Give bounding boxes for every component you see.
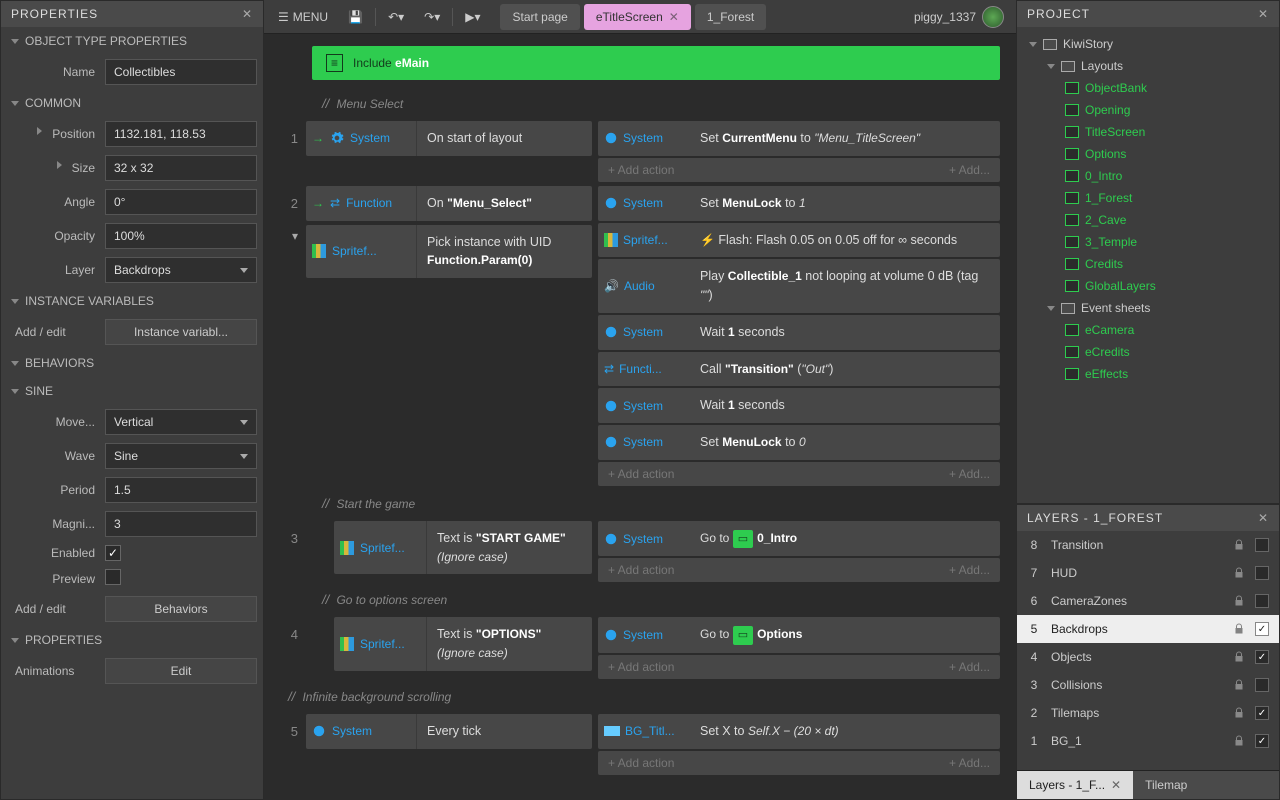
tree-node[interactable]: Layouts (1023, 55, 1273, 77)
spritefont-icon (312, 244, 326, 258)
instance-vars-button[interactable]: Instance variabl... (105, 319, 257, 345)
play-icon[interactable]: ▶▾ (457, 4, 488, 30)
position-input[interactable]: 1132.181, 118.53 (105, 121, 257, 147)
add-more[interactable]: + Add... (949, 163, 990, 177)
layer-row[interactable]: 3Collisions (1017, 671, 1279, 699)
edit-animations-button[interactable]: Edit (105, 658, 257, 684)
name-input[interactable]: Collectibles (105, 59, 257, 85)
layer-row[interactable]: 7HUD (1017, 559, 1279, 587)
menu-button[interactable]: ☰ MENU (270, 4, 336, 30)
enabled-checkbox[interactable]: ✓ (105, 545, 121, 561)
section-object-type[interactable]: OBJECT TYPE PROPERTIES (1, 27, 263, 55)
action[interactable]: Spritef...⚡ Flash: Flash 0.05 on 0.05 of… (598, 223, 1000, 258)
action[interactable]: SystemSet MenuLock to 0 (598, 425, 1000, 460)
opacity-input[interactable]: 100% (105, 223, 257, 249)
tree-node[interactable]: 0_Intro (1023, 165, 1273, 187)
layer-row[interactable]: 8Transition (1017, 531, 1279, 559)
close-icon[interactable]: ✕ (1258, 511, 1269, 525)
tree-node[interactable]: KiwiStory (1023, 33, 1273, 55)
action[interactable]: SystemGo to ▭0_Intro (598, 521, 1000, 557)
action[interactable]: SystemSet MenuLock to 1 (598, 186, 1000, 221)
wave-select[interactable]: Sine (105, 443, 257, 469)
tab-tilemap[interactable]: Tilemap (1133, 771, 1199, 799)
action[interactable]: SystemGo to ▭Options (598, 617, 1000, 653)
layer-row[interactable]: 6CameraZones (1017, 587, 1279, 615)
tab[interactable]: Start page (500, 4, 579, 30)
redo-icon[interactable]: ↷▾ (416, 4, 448, 30)
section-common[interactable]: COMMON (1, 89, 263, 117)
properties-header: PROPERTIES✕ (1, 1, 263, 27)
condition[interactable]: Spritef...Text is "OPTIONS" (Ignore case… (334, 617, 592, 671)
tree-node[interactable]: ObjectBank (1023, 77, 1273, 99)
tree-node[interactable]: Options (1023, 143, 1273, 165)
tree-node[interactable]: eCredits (1023, 341, 1273, 363)
section-sine[interactable]: SINE (1, 377, 263, 405)
layer-row[interactable]: 2Tilemaps✓ (1017, 699, 1279, 727)
tree-node[interactable]: GlobalLayers (1023, 275, 1273, 297)
project-header: PROJECT✕ (1017, 1, 1279, 27)
close-icon[interactable]: ✕ (1258, 7, 1269, 21)
size-input[interactable]: 32 x 32 (105, 155, 257, 181)
action[interactable]: ⇄Functi...Call "Transition" ("Out") (598, 352, 1000, 387)
action[interactable]: SystemSet CurrentMenu to "Menu_TitleScre… (598, 121, 1000, 156)
undo-icon[interactable]: ↶▾ (380, 4, 412, 30)
section-instance-vars[interactable]: INSTANCE VARIABLES (1, 287, 263, 315)
tab[interactable]: eTitleScreen ✕ (584, 4, 691, 30)
action[interactable]: 🔊AudioPlay Collectible_1 not looping at … (598, 259, 1000, 313)
tree-node[interactable]: 2_Cave (1023, 209, 1273, 231)
tree-node[interactable]: TitleScreen (1023, 121, 1273, 143)
section-properties[interactable]: PROPERTIES (1, 626, 263, 654)
period-input[interactable]: 1.5 (105, 477, 257, 503)
tree-node[interactable]: eEffects (1023, 363, 1273, 385)
tab[interactable]: 1_Forest (695, 4, 766, 30)
action[interactable]: SystemWait 1 seconds (598, 388, 1000, 423)
tab-layers[interactable]: Layers - 1_F...✕ (1017, 771, 1133, 799)
movement-select[interactable]: Vertical (105, 409, 257, 435)
layer-row[interactable]: 4Objects✓ (1017, 643, 1279, 671)
add-action[interactable]: + Add action (608, 163, 674, 177)
layer-row[interactable]: 5Backdrops✓ (1017, 615, 1279, 643)
behaviors-button[interactable]: Behaviors (105, 596, 257, 622)
condition[interactable]: →System On start of layout (306, 121, 592, 156)
section-behaviors[interactable]: BEHAVIORS (1, 349, 263, 377)
event-sheet: ≡Include eMain // Menu Select 1 →System … (264, 34, 1016, 800)
condition[interactable]: Spritef...Text is "START GAME" (Ignore c… (334, 521, 592, 575)
tree-node[interactable]: 3_Temple (1023, 231, 1273, 253)
include-bar[interactable]: ≡Include eMain (312, 46, 1000, 80)
condition[interactable]: →⇄FunctionOn "Menu_Select" (306, 186, 592, 221)
tree-node[interactable]: 1_Forest (1023, 187, 1273, 209)
angle-input[interactable]: 0° (105, 189, 257, 215)
tree-node[interactable]: Opening (1023, 99, 1273, 121)
magnitude-input[interactable]: 3 (105, 511, 257, 537)
toolbar: ☰ MENU 💾 ↶▾ ↷▾ ▶▾ Start pageeTitleScreen… (264, 0, 1016, 34)
tree-node[interactable]: eCamera (1023, 319, 1273, 341)
comment[interactable]: // Menu Select (272, 90, 1000, 117)
layers-header: LAYERS - 1_FOREST✕ (1017, 505, 1279, 531)
tree-node[interactable]: Event sheets (1023, 297, 1273, 319)
condition[interactable]: Spritef...Pick instance with UID Functio… (306, 225, 592, 279)
avatar[interactable] (982, 6, 1004, 28)
close-icon[interactable]: ✕ (242, 7, 253, 21)
condition[interactable]: SystemEvery tick (306, 714, 592, 749)
tree-node[interactable]: Credits (1023, 253, 1273, 275)
action[interactable]: SystemWait 1 seconds (598, 315, 1000, 350)
save-icon[interactable]: 💾 (340, 4, 371, 30)
layer-row[interactable]: 1BG_1✓ (1017, 727, 1279, 755)
gear-icon (330, 131, 344, 145)
preview-checkbox[interactable] (105, 569, 121, 585)
action[interactable]: BG_Titl...Set X to Self.X − (20 × dt) (598, 714, 1000, 749)
username: piggy_1337 (914, 10, 976, 24)
layer-select[interactable]: Backdrops (105, 257, 257, 283)
